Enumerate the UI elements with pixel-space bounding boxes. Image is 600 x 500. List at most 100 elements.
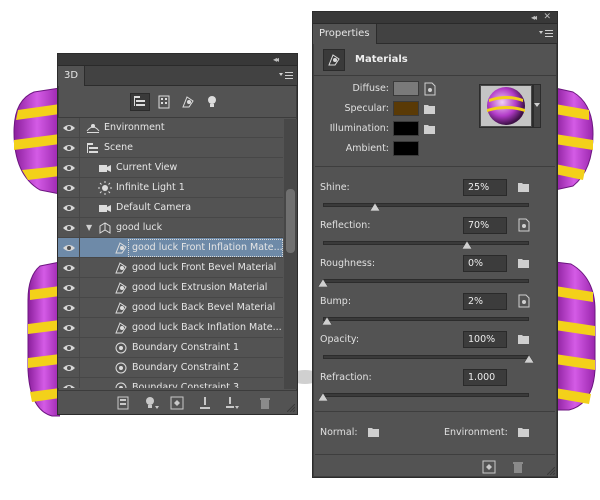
opacity-slider-thumb[interactable] <box>524 355 534 363</box>
folder-icon[interactable] <box>517 333 531 345</box>
trash-icon[interactable] <box>511 460 525 474</box>
texture-file-icon[interactable] <box>517 294 531 308</box>
layer-row[interactable]: Environment <box>58 118 283 138</box>
specular-swatch[interactable] <box>393 101 419 116</box>
close-icon[interactable]: ✕ <box>543 12 551 22</box>
visibility-eye-icon[interactable] <box>58 258 80 278</box>
layer-row[interactable]: Boundary Constraint 1 <box>58 338 283 358</box>
folder-icon[interactable] <box>423 123 437 137</box>
visibility-eye-icon[interactable] <box>58 198 80 218</box>
properties-panel-titlebar[interactable]: ◂◂ ✕ <box>313 12 557 24</box>
3d-panel-bottom-bar <box>58 390 297 414</box>
environment-folder-icon[interactable] <box>517 426 531 438</box>
layer-row[interactable]: Infinite Light 1 <box>58 178 283 198</box>
scene-filter-button[interactable] <box>130 93 150 111</box>
shine-input[interactable]: 25% <box>463 179 507 196</box>
render-settings-icon[interactable] <box>482 460 496 474</box>
bump-input[interactable]: 2% <box>463 293 507 310</box>
shine-slider[interactable] <box>323 203 529 207</box>
visibility-eye-icon[interactable] <box>58 318 80 338</box>
divider <box>315 166 555 167</box>
folder-icon[interactable] <box>517 181 531 193</box>
layer-row[interactable]: good luck Front Bevel Material <box>58 258 283 278</box>
visibility-eye-icon[interactable] <box>58 378 80 388</box>
texture-file-icon[interactable] <box>423 82 437 96</box>
normal-folder-icon[interactable] <box>367 426 381 438</box>
roughness-input[interactable]: 0% <box>463 255 507 272</box>
layer-row[interactable]: good luck Back Bevel Material <box>58 298 283 318</box>
refraction-slider-thumb[interactable] <box>318 393 328 401</box>
shine-label: Shine: <box>320 182 350 193</box>
expand-triangle-icon[interactable]: ▼ <box>86 223 92 232</box>
collapse-icon[interactable]: ◂◂ <box>531 13 537 22</box>
reflection-slider-thumb[interactable] <box>462 241 473 249</box>
layer-label: good luck Extrusion Material <box>132 282 268 293</box>
layer-row[interactable]: Default Camera <box>58 198 283 218</box>
visibility-eye-icon[interactable] <box>58 158 80 178</box>
opacity-input[interactable]: 100% <box>463 331 507 348</box>
render-settings-button[interactable] <box>170 396 184 410</box>
layer-row[interactable]: Boundary Constraint 3 <box>58 378 283 388</box>
environment-icon <box>86 121 100 135</box>
render-button[interactable] <box>116 396 130 410</box>
normal-label: Normal: <box>320 427 358 438</box>
material-filter-button[interactable] <box>178 93 198 111</box>
refraction-slider[interactable] <box>323 393 529 397</box>
visibility-eye-icon[interactable] <box>58 238 80 258</box>
panel-menu-icon[interactable] <box>539 29 553 39</box>
materials-title: Materials <box>355 54 408 65</box>
diffuse-swatch[interactable] <box>393 81 419 96</box>
bump-slider-thumb[interactable] <box>322 317 333 325</box>
light-filter-button[interactable] <box>202 93 222 111</box>
folder-icon[interactable] <box>517 257 531 269</box>
layer-row[interactable]: Current View <box>58 158 283 178</box>
layer-row[interactable]: good luck Extrusion Material <box>58 278 283 298</box>
reflection-input[interactable]: 70% <box>463 217 507 234</box>
visibility-eye-icon[interactable] <box>58 218 80 238</box>
roughness-slider[interactable] <box>323 279 529 283</box>
layer-scrollbar-track[interactable] <box>284 119 297 389</box>
visibility-eye-icon[interactable] <box>58 178 80 198</box>
illumination-swatch[interactable] <box>393 121 419 136</box>
mesh-filter-button[interactable] <box>154 93 174 111</box>
visibility-eye-icon[interactable] <box>58 298 80 318</box>
refraction-input[interactable]: 1.000 <box>463 369 507 386</box>
roughness-slider-thumb[interactable] <box>318 279 328 287</box>
selected-layer-outline <box>128 239 283 257</box>
materials-icon <box>323 49 345 71</box>
material-picker-preview[interactable] <box>479 84 533 128</box>
layer-label: good luck Front Bevel Material <box>132 262 277 273</box>
resize-grip-icon[interactable] <box>547 467 555 475</box>
tab-properties[interactable]: Properties <box>313 24 377 44</box>
layer-row[interactable]: good luck Back Inflation Mate... <box>58 318 283 338</box>
add-constraint-button[interactable] <box>224 396 239 410</box>
visibility-eye-icon[interactable] <box>58 278 80 298</box>
layer-scrollbar-thumb[interactable] <box>286 189 295 253</box>
visibility-eye-icon[interactable] <box>58 118 80 138</box>
bump-slider[interactable] <box>323 317 529 321</box>
layer-row[interactable]: ▼ good luck <box>58 218 283 238</box>
folder-icon[interactable] <box>423 103 437 117</box>
drop-to-plane-icon <box>200 397 210 409</box>
visibility-eye-icon[interactable] <box>58 358 80 378</box>
layer-row[interactable]: Scene <box>58 138 283 158</box>
ambient-swatch[interactable] <box>393 141 419 156</box>
opacity-slider[interactable] <box>323 355 529 359</box>
texture-file-icon[interactable] <box>517 218 531 232</box>
3d-panel-titlebar[interactable]: ◂◂ <box>58 54 297 66</box>
panel-menu-icon[interactable] <box>279 71 293 81</box>
drop-to-plane-button[interactable] <box>198 396 212 410</box>
collapse-icon[interactable]: ◂◂ <box>273 55 279 64</box>
material-picker-dropdown[interactable] <box>533 84 541 128</box>
resize-grip-icon[interactable] <box>287 404 295 412</box>
add-light-button[interactable] <box>144 396 159 410</box>
shine-slider-thumb[interactable] <box>369 203 380 211</box>
delete-button[interactable] <box>258 396 272 410</box>
visibility-eye-icon[interactable] <box>58 138 80 158</box>
illumination-label: Illumination: <box>329 123 389 134</box>
diffuse-label: Diffuse: <box>352 83 389 94</box>
reflection-slider[interactable] <box>323 241 529 245</box>
tab-3d[interactable]: 3D <box>58 66 86 86</box>
layer-row[interactable]: Boundary Constraint 2 <box>58 358 283 378</box>
visibility-eye-icon[interactable] <box>58 338 80 358</box>
